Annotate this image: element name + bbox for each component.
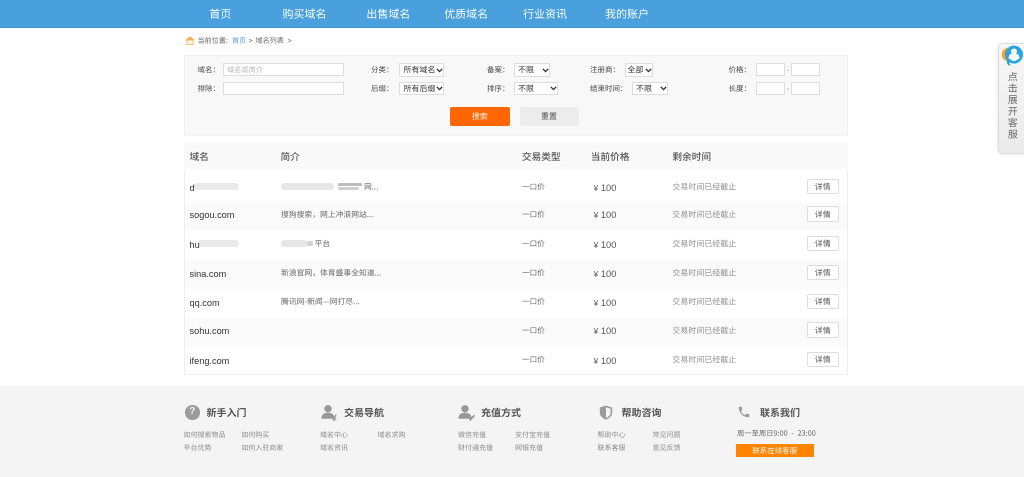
svg-text:¥: ¥ — [332, 413, 337, 421]
